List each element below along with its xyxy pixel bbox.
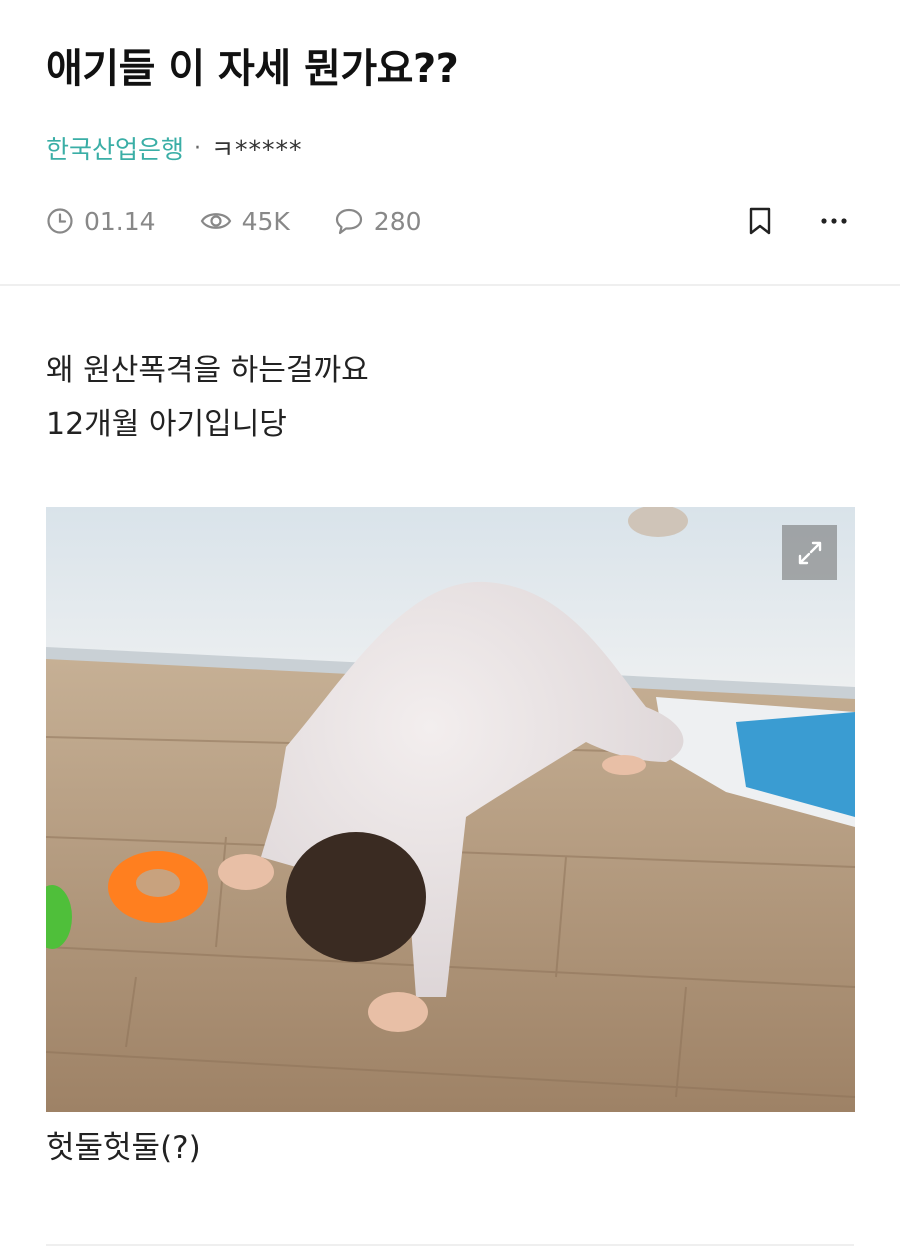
more-options-button[interactable] — [814, 200, 854, 242]
date-text: 01.14 — [84, 206, 156, 236]
header-divider — [0, 284, 900, 286]
clock-icon — [47, 208, 73, 234]
baby-photo-illustration — [46, 507, 855, 1112]
comment-icon — [335, 208, 362, 235]
post-meta: 01.14 45K 280 — [46, 200, 854, 242]
eye-icon — [200, 213, 231, 229]
post-body: 왜 원산폭격을 하는걸까요 12개월 아기입니당 — [46, 344, 369, 452]
footer-divider — [46, 1244, 854, 1246]
post-comments[interactable]: 280 — [334, 207, 422, 236]
post-actions — [740, 200, 854, 242]
post-date: 01.14 — [46, 207, 156, 236]
company-link[interactable]: 한국산업은행 — [46, 130, 184, 166]
more-dots-icon — [821, 218, 847, 224]
bookmark-icon — [749, 207, 771, 235]
author-row: 한국산업은행 · ㅋ***** — [46, 130, 303, 166]
comments-count: 280 — [373, 206, 422, 236]
image-caption: 헛둘헛둘(?) — [46, 1130, 201, 1166]
separator-dot: · — [194, 135, 202, 161]
author-name: ㅋ***** — [211, 135, 303, 164]
bookmark-button[interactable] — [740, 200, 780, 242]
views-count: 45K — [241, 206, 290, 236]
body-line: 왜 원산폭격을 하는걸까요 — [46, 353, 369, 388]
expand-image-button[interactable] — [782, 525, 837, 580]
post-views: 45K — [200, 207, 290, 236]
expand-icon — [798, 541, 821, 564]
body-line: 12개월 아기입니당 — [46, 407, 287, 442]
post-photo[interactable] — [46, 507, 855, 1112]
post-title: 애기들 이 자세 뭔가요?? — [46, 46, 459, 92]
